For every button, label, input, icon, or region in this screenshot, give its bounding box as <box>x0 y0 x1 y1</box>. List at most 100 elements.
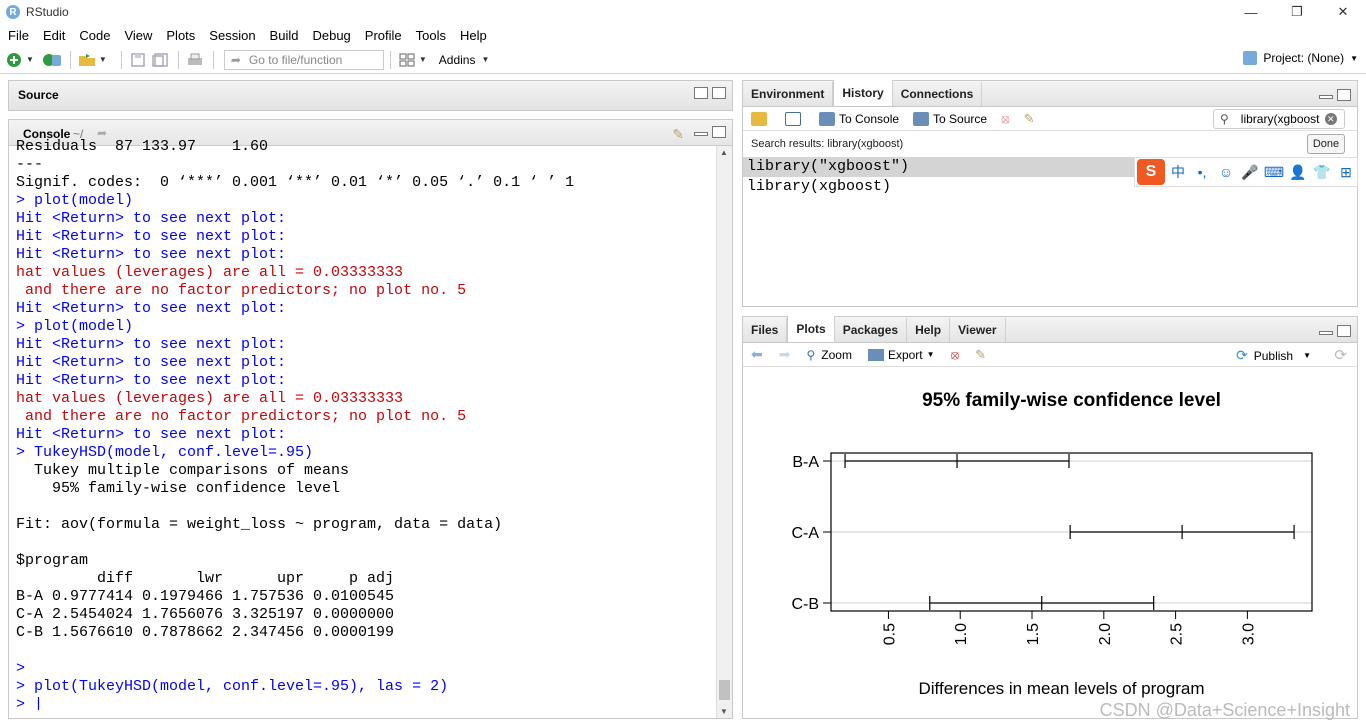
search-results-label: Search results: library(xgboost) <box>751 138 904 150</box>
history-search-input[interactable]: ⚲ library(xgboost ✕ <box>1213 109 1345 129</box>
back-arrow-icon: ⬅ <box>751 346 763 362</box>
ime-item[interactable]: •, <box>1191 164 1213 180</box>
clear-search-icon[interactable]: ✕ <box>1324 113 1337 125</box>
console-line: > | <box>16 696 44 710</box>
minimize-pane-button[interactable] <box>694 132 708 136</box>
console-scrollbar[interactable]: ▲ ▼ <box>716 146 732 718</box>
refresh-plot-icon[interactable]: ⟳ <box>1334 346 1347 364</box>
console-line: Residuals 87 133.97 1.60 <box>16 138 269 155</box>
to-source-label: To Source <box>933 111 988 126</box>
minimize-button[interactable]: — <box>1228 0 1274 24</box>
save-history-button[interactable] <box>785 111 805 126</box>
ime-item[interactable]: 👕 <box>1311 164 1333 181</box>
menu-tools[interactable]: Tools <box>411 28 451 43</box>
menu-code[interactable]: Code <box>74 28 115 43</box>
maximize-pane-button[interactable] <box>712 87 726 99</box>
menu-edit[interactable]: Edit <box>38 28 70 43</box>
menu-file[interactable]: File <box>3 28 34 43</box>
menu-view[interactable]: View <box>119 28 157 43</box>
menu-build[interactable]: Build <box>265 28 304 43</box>
sogou-logo-icon[interactable]: S <box>1137 159 1165 185</box>
clear-plots-button[interactable]: ✎ <box>975 347 986 363</box>
new-file-icon[interactable] <box>4 51 24 69</box>
open-file-caret-icon[interactable]: ▼ <box>99 55 107 64</box>
open-folder-icon <box>751 111 767 126</box>
layout-caret-icon[interactable]: ▼ <box>419 55 427 64</box>
menu-session[interactable]: Session <box>204 28 260 43</box>
environment-pane: Environment History Connections To Console… <box>742 80 1358 307</box>
load-history-button[interactable] <box>751 111 771 126</box>
ime-item[interactable]: ☺ <box>1215 164 1237 180</box>
grid-layout-icon[interactable] <box>397 51 417 69</box>
tab-environment[interactable]: Environment <box>743 82 834 106</box>
ime-item[interactable]: ⊞ <box>1335 164 1357 181</box>
maximize-pane-button[interactable] <box>712 126 726 138</box>
maximize-pane-button[interactable] <box>1337 325 1351 337</box>
scroll-thumb[interactable] <box>719 680 730 700</box>
export-label: Export <box>887 347 923 362</box>
tab-files[interactable]: Files <box>743 318 788 342</box>
search-icon: ⚲ <box>1220 112 1229 126</box>
remove-plot-icon: ⦻ <box>950 346 960 362</box>
tab-packages[interactable]: Packages <box>835 318 908 342</box>
to-console-label: To Console <box>839 111 900 126</box>
console-line: $program <box>16 552 89 569</box>
remove-plot-button[interactable]: ⦻ <box>951 347 960 363</box>
restore-button[interactable]: ❐ <box>1274 0 1320 24</box>
forward-plot-button[interactable]: ➡ <box>779 346 791 363</box>
back-plot-button[interactable]: ⬅ <box>751 346 763 363</box>
publish-label: Publish <box>1253 348 1294 363</box>
menu-plots[interactable]: Plots <box>161 28 200 43</box>
console-line: C-B 1.5676610 0.7878662 2.347456 0.00001… <box>16 624 395 641</box>
restore-pane-button[interactable] <box>694 87 708 99</box>
remove-entry-button[interactable]: ⦻ <box>1001 111 1010 127</box>
toolbar-separator <box>177 50 179 69</box>
addins-caret-icon[interactable]: ▼ <box>481 55 489 64</box>
scroll-down-icon[interactable]: ▼ <box>720 707 728 716</box>
save-all-icon[interactable] <box>150 51 170 69</box>
minimize-pane-button[interactable] <box>1319 95 1333 99</box>
new-project-icon[interactable] <box>42 51 62 69</box>
maximize-pane-button[interactable] <box>1337 89 1351 101</box>
publish-button[interactable]: ⟳ Publish ▼ <box>1236 347 1311 364</box>
export-button[interactable]: Export ▼ <box>867 347 935 362</box>
menu-debug[interactable]: Debug <box>307 28 355 43</box>
tab-connections[interactable]: Connections <box>893 82 983 106</box>
zoom-button[interactable]: ⚲ Zoom <box>806 348 851 362</box>
clear-history-button[interactable]: ✎ <box>1024 111 1035 127</box>
ime-item[interactable]: 🎤 <box>1239 164 1261 181</box>
tab-help[interactable]: Help <box>907 318 951 342</box>
open-file-icon[interactable] <box>77 51 97 69</box>
window-title: RStudio <box>26 5 69 19</box>
menu-help[interactable]: Help <box>455 28 492 43</box>
console-line: Hit <Return> to see next plot: <box>16 372 287 389</box>
console-output[interactable]: Residuals 87 133.97 1.60 --- Signif. codes… <box>9 138 717 710</box>
console-line: Hit <Return> to see next plot: <box>16 336 287 353</box>
zoom-icon: ⚲ <box>806 347 816 362</box>
addins-menu[interactable]: Addins <box>439 53 476 67</box>
ime-item[interactable]: ⌨ <box>1263 164 1285 181</box>
save-icon[interactable] <box>128 51 148 69</box>
ime-toolbar[interactable]: S 中 •, ☺ 🎤 ⌨ 👤 👕 ⊞ <box>1134 157 1358 187</box>
title-bar: R RStudio — ❐ ✕ <box>0 0 1366 24</box>
menu-profile[interactable]: Profile <box>360 28 407 43</box>
x-tick-label: 2.5 <box>1169 623 1186 645</box>
new-file-caret-icon[interactable]: ▼ <box>26 55 34 64</box>
tab-viewer[interactable]: Viewer <box>950 318 1006 342</box>
to-console-button[interactable]: To Console <box>819 111 900 126</box>
print-icon[interactable] <box>185 51 205 69</box>
close-button[interactable]: ✕ <box>1320 0 1366 24</box>
to-source-button[interactable]: To Source <box>913 111 988 126</box>
done-button[interactable]: Done <box>1307 134 1345 154</box>
scroll-up-icon[interactable]: ▲ <box>720 148 728 157</box>
minimize-pane-button[interactable] <box>1319 331 1333 335</box>
tab-plots[interactable]: Plots <box>787 316 835 342</box>
ime-item[interactable]: 👤 <box>1287 164 1309 181</box>
console-line: Hit <Return> to see next plot: <box>16 426 287 443</box>
goto-file-input[interactable]: ➦ Go to file/function <box>223 49 384 70</box>
ime-item[interactable]: 中 <box>1167 162 1189 182</box>
project-menu[interactable]: Project: (None) ▼ <box>1243 51 1358 65</box>
console-line: B-A 0.9777414 0.1979466 1.757536 0.01005… <box>16 588 395 605</box>
tab-history[interactable]: History <box>833 80 893 106</box>
